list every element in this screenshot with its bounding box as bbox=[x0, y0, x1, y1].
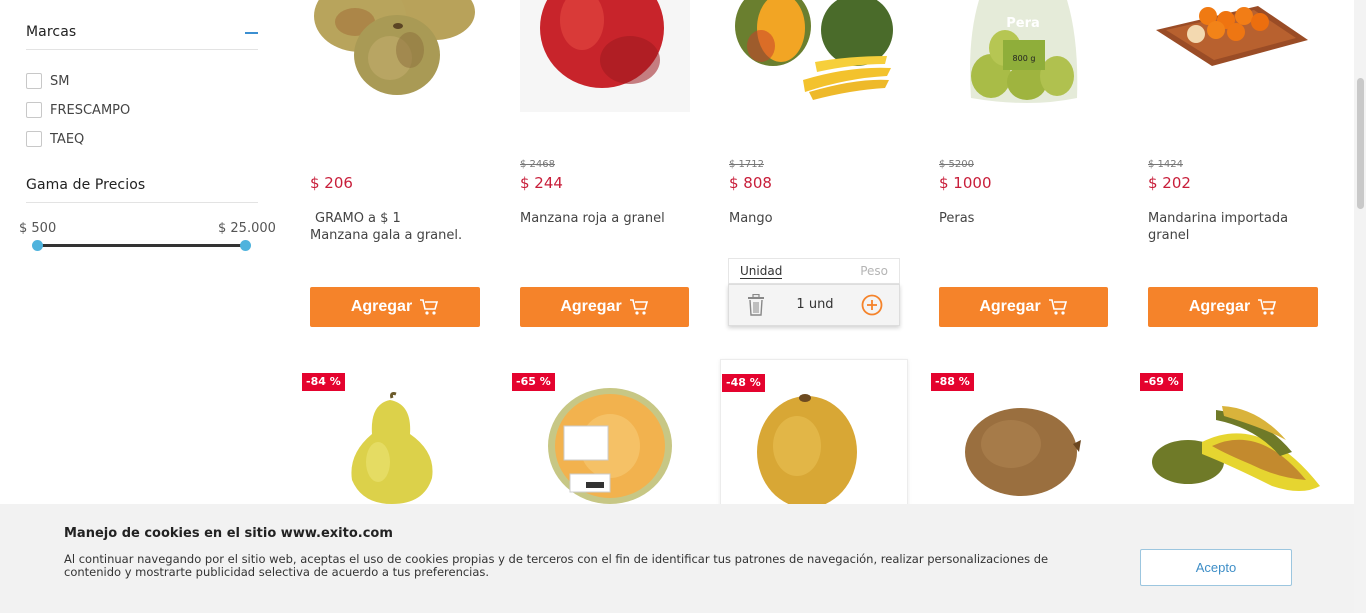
product-card[interactable]: -88 % bbox=[929, 360, 1119, 510]
discount-badge: -88 % bbox=[931, 373, 974, 391]
product-name[interactable]: Manzana roja a granel bbox=[520, 210, 700, 227]
add-to-cart-button[interactable]: Agregar bbox=[1148, 287, 1318, 327]
product-price: $ 202 bbox=[1148, 174, 1191, 192]
discount-badge: -48 % bbox=[722, 374, 765, 392]
product-card[interactable]: $ 2468 $ 244 Manzana roja a granel Agreg… bbox=[520, 0, 710, 330]
product-card[interactable]: Pera 800 g $ 5200 $ 1000 Peras Agregar bbox=[939, 0, 1129, 330]
product-image-melon[interactable] bbox=[546, 386, 674, 506]
page-scrollbar[interactable] bbox=[1354, 0, 1366, 613]
add-to-cart-button[interactable]: Agregar bbox=[520, 287, 689, 327]
product-old-price: $ 1712 bbox=[729, 159, 764, 170]
checkbox[interactable] bbox=[26, 102, 42, 118]
accept-button-label: Acepto bbox=[1195, 560, 1237, 575]
price-slider-min-handle[interactable] bbox=[32, 240, 43, 251]
accept-cookies-button[interactable]: Acepto bbox=[1140, 549, 1292, 586]
scrollbar-thumb[interactable] bbox=[1357, 78, 1364, 209]
product-image-kiwi[interactable] bbox=[963, 404, 1083, 498]
quantity-mode-tabs: Unidad Peso bbox=[728, 258, 900, 284]
cart-icon bbox=[1048, 299, 1067, 315]
product-price: $ 206 bbox=[310, 174, 353, 192]
checkbox[interactable] bbox=[26, 73, 42, 89]
brand-filter-header[interactable]: Marcas bbox=[26, 24, 258, 42]
price-max-label: $ 25.000 bbox=[218, 221, 276, 236]
brand-filter-title: Marcas bbox=[26, 24, 77, 40]
product-card-hovered[interactable]: -48 % bbox=[720, 359, 908, 509]
add-button-label: Agregar bbox=[979, 298, 1041, 315]
add-button-label: Agregar bbox=[560, 298, 622, 315]
product-old-price: $ 1424 bbox=[1148, 159, 1183, 170]
product-old-price: $ 2468 bbox=[520, 159, 555, 170]
svg-text:Pera: Pera bbox=[1006, 16, 1040, 31]
cookie-banner-text: Al continuar navegando por el sitio web,… bbox=[64, 552, 1049, 579]
product-image-mango[interactable] bbox=[729, 0, 919, 110]
plus-circle-icon[interactable] bbox=[861, 294, 883, 316]
product-image-red-apple[interactable] bbox=[520, 0, 710, 112]
cart-icon bbox=[1258, 299, 1277, 315]
svg-text:800 g: 800 g bbox=[1013, 54, 1036, 63]
product-card[interactable]: -65 % bbox=[510, 360, 700, 510]
product-name[interactable]: Manzana gala a granel. bbox=[310, 227, 490, 244]
product-card[interactable]: $ 206 GRAMO a $ 1 Manzana gala a granel.… bbox=[310, 0, 500, 330]
product-price: $ 244 bbox=[520, 174, 563, 192]
add-to-cart-button[interactable]: Agregar bbox=[310, 287, 480, 327]
brand-option-label: FRESCAMPO bbox=[50, 102, 131, 118]
collapse-icon[interactable] bbox=[245, 32, 258, 34]
divider bbox=[26, 202, 258, 203]
brand-option-label: SM bbox=[50, 73, 70, 89]
divider bbox=[26, 49, 258, 50]
price-slider-track[interactable] bbox=[38, 244, 246, 247]
quantity-selector: Unidad Peso 1 und bbox=[728, 258, 900, 326]
brand-option-label: TAEQ bbox=[50, 131, 85, 147]
product-card[interactable]: -84 % bbox=[300, 360, 490, 510]
price-filter-header: Gama de Precios bbox=[26, 177, 258, 195]
tab-weight[interactable]: Peso bbox=[860, 264, 888, 278]
discount-badge: -69 % bbox=[1140, 373, 1183, 391]
product-name[interactable]: Peras bbox=[939, 210, 1119, 227]
discount-badge: -65 % bbox=[512, 373, 555, 391]
add-button-label: Agregar bbox=[1188, 298, 1251, 315]
add-button-label: Agregar bbox=[350, 298, 413, 315]
trash-icon[interactable] bbox=[747, 294, 765, 316]
product-name[interactable]: Mango bbox=[729, 210, 909, 227]
product-old-price: $ 5200 bbox=[939, 159, 974, 170]
tab-unit[interactable]: Unidad bbox=[740, 264, 783, 279]
add-to-cart-button[interactable]: Agregar bbox=[939, 287, 1108, 327]
product-image-guava[interactable] bbox=[755, 390, 859, 506]
quantity-value: 1 und bbox=[796, 297, 834, 312]
product-image-pears-bag[interactable]: Pera 800 g bbox=[939, 0, 1129, 104]
brand-option-frescampo[interactable]: FRESCAMPO bbox=[26, 101, 130, 119]
product-card[interactable]: -69 % bbox=[1138, 360, 1328, 510]
price-slider-max-handle[interactable] bbox=[240, 240, 251, 251]
brand-option-taeq[interactable]: TAEQ bbox=[26, 130, 84, 148]
product-image-curuba[interactable] bbox=[1152, 402, 1322, 498]
cookie-banner-title: Manejo de cookies en el sitio www.exito.… bbox=[64, 526, 393, 541]
product-price: $ 1000 bbox=[939, 174, 992, 192]
quantity-stepper: 1 und bbox=[728, 284, 900, 326]
checkbox[interactable] bbox=[26, 131, 42, 147]
product-image-apples[interactable] bbox=[310, 0, 500, 110]
product-card[interactable]: $ 1424 $ 202 Mandarina importada granel … bbox=[1148, 0, 1338, 330]
cart-icon bbox=[420, 299, 439, 315]
product-image-pear[interactable] bbox=[340, 392, 440, 506]
cart-icon bbox=[629, 299, 648, 315]
price-filter-title: Gama de Precios bbox=[26, 177, 146, 193]
product-price: $ 808 bbox=[729, 174, 772, 192]
discount-badge: -84 % bbox=[302, 373, 345, 391]
price-min-label: $ 500 bbox=[19, 221, 57, 236]
product-unit-note: GRAMO a $ 1 bbox=[315, 211, 401, 226]
product-image-mandarins[interactable] bbox=[1148, 0, 1338, 70]
cookie-banner: Manejo de cookies en el sitio www.exito.… bbox=[0, 504, 1354, 613]
brand-option-sm[interactable]: SM bbox=[26, 72, 69, 90]
product-name[interactable]: Mandarina importada granel bbox=[1148, 210, 1318, 244]
